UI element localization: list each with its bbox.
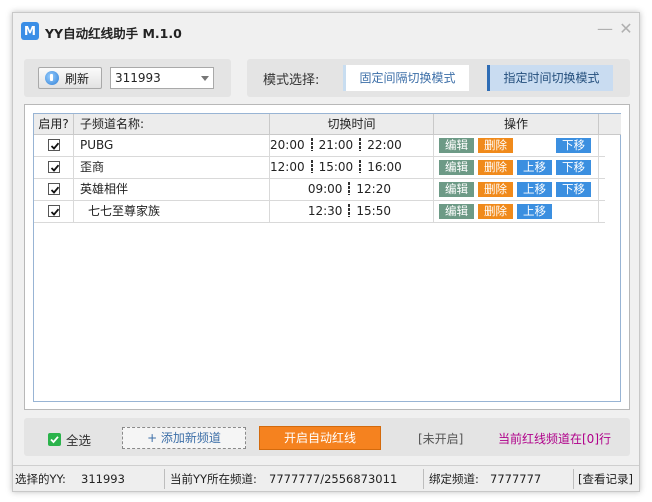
status-bound-channel-label: 绑定频道: [429, 472, 479, 486]
channel-name-cell: PUBG [74, 135, 270, 156]
time-value: 15:00 [318, 160, 354, 174]
edit-button[interactable]: 编辑 [439, 138, 474, 153]
time-value: 15:50 [356, 204, 391, 218]
channel-name-cell: 七七至尊家族 [74, 201, 270, 222]
move-down-button[interactable]: 下移 [556, 182, 591, 197]
select-all-label: 全选 [66, 433, 92, 448]
enabled-cell [34, 157, 74, 178]
edit-button[interactable]: 编辑 [439, 160, 474, 175]
status-current-channel-value: 7777777/2556873011 [269, 472, 398, 486]
time-value: 09:00 [307, 182, 343, 196]
time-value: 12:00 [270, 160, 305, 174]
status-bar: 选择的YY: 311993 当前YY所在频道: 7777777/25568730… [13, 465, 639, 491]
view-log-link[interactable]: [查看记录] [578, 471, 633, 487]
start-auto-redline-button[interactable]: 开启自动红线 [259, 426, 381, 450]
channel-table-frame: 启用? 子频道名称: 切换时间 操作 PUBG 20:00 21:00 22:00 编辑… [24, 104, 630, 410]
status-bound-channel-value: 7777777 [490, 472, 542, 486]
enabled-cell [34, 179, 74, 200]
time-value: 12:30 [307, 204, 343, 218]
move-up-button[interactable]: 上移 [517, 204, 552, 219]
time-separator [310, 138, 313, 151]
time-value: 21:00 [318, 138, 354, 152]
status-divider [423, 469, 424, 489]
time-value: 12:20 [356, 182, 391, 196]
close-icon[interactable]: ✕ [616, 19, 636, 39]
channel-name-cell: 英雄相伴 [74, 179, 270, 200]
scrollbar-header [605, 114, 621, 135]
move-up-button[interactable]: 上移 [517, 182, 552, 197]
move-down-button[interactable]: 下移 [556, 160, 591, 175]
mode-label: 模式选择: [263, 73, 320, 88]
switch-time-cell: 12:00 15:00 16:00 [270, 157, 434, 178]
status-selected-yy-label: 选择的YY: [15, 472, 66, 486]
header-enabled: 启用? [34, 114, 74, 135]
window-title: YY自动红线助手 M.1.0 [45, 26, 182, 41]
current-redline-row-text: 当前红线频道在[0]行 [498, 432, 611, 446]
yy-id-value: 311993 [115, 71, 161, 85]
refresh-label: 刷新 [65, 71, 90, 86]
action-panel: 全选 + 添加新频道 开启自动红线 [未开启] 当前红线频道在[0]行 [24, 418, 630, 456]
checkmark-icon [48, 433, 61, 446]
header-actions: 操作 [434, 114, 599, 135]
switch-time-cell: 20:00 21:00 22:00 [270, 135, 434, 156]
add-channel-button[interactable]: + 添加新频道 [122, 427, 246, 449]
switch-time-cell: 12:30 15:50 [270, 201, 434, 222]
delete-button[interactable]: 删除 [478, 204, 513, 219]
mode-panel: 模式选择: 固定间隔切换模式 指定时间切换模式 [247, 59, 630, 97]
move-up-button[interactable]: 上移 [517, 160, 552, 175]
delete-button[interactable]: 删除 [478, 160, 513, 175]
row-enabled-checkbox[interactable] [48, 183, 60, 195]
time-value: 22:00 [367, 138, 402, 152]
select-all-checkbox[interactable]: 全选 [48, 430, 91, 449]
yy-select-panel: 刷新 311993 [24, 59, 231, 97]
mode-scheduled-time-button[interactable]: 指定时间切换模式 [487, 65, 613, 91]
status-divider [164, 469, 165, 489]
table-row: 歪商 12:00 15:00 16:00 编辑 删除 上移 下移 [34, 157, 605, 179]
dropdown-arrow-icon [201, 76, 209, 81]
time-separator [310, 160, 313, 173]
mode-fixed-interval-button[interactable]: 固定间隔切换模式 [343, 65, 469, 91]
delete-button[interactable]: 删除 [478, 182, 513, 197]
checkmark-icon [50, 186, 60, 194]
row-enabled-checkbox[interactable] [48, 161, 60, 173]
enabled-cell [34, 201, 74, 222]
status-current-channel-label: 当前YY所在频道: [170, 472, 257, 486]
checkmark-icon [50, 142, 60, 150]
app-window: M YY自动红线助手 M.1.0 — ✕ 刷新 311993 模式选择: 固定间… [12, 12, 640, 492]
channel-name-cell: 歪商 [74, 157, 270, 178]
delete-button[interactable]: 删除 [478, 138, 513, 153]
move-down-button[interactable]: 下移 [556, 138, 591, 153]
minimize-icon[interactable]: — [595, 19, 615, 39]
status-divider [573, 469, 574, 489]
refresh-icon [45, 71, 59, 85]
table-row: 英雄相伴 09:00 12:20 编辑 删除 上移 下移 [34, 179, 605, 201]
checkmark-icon [50, 208, 60, 216]
edit-button[interactable]: 编辑 [439, 204, 474, 219]
checkmark-icon [50, 164, 60, 172]
time-value: 20:00 [270, 138, 305, 152]
switch-time-cell: 09:00 12:20 [270, 179, 434, 200]
table-row: 七七至尊家族 12:30 15:50 编辑 删除 上移 [34, 201, 605, 223]
run-state-text: [未开启] [418, 432, 464, 446]
enabled-cell [34, 135, 74, 156]
channel-table: 启用? 子频道名称: 切换时间 操作 PUBG 20:00 21:00 22:00 编辑… [33, 113, 621, 402]
time-separator [348, 204, 351, 217]
table-row: PUBG 20:00 21:00 22:00 编辑 删除 下移 [34, 135, 605, 157]
time-value: 16:00 [367, 160, 402, 174]
time-separator [359, 160, 362, 173]
header-switch-time: 切换时间 [270, 114, 434, 135]
time-separator [348, 182, 351, 195]
refresh-button[interactable]: 刷新 [38, 67, 102, 89]
edit-button[interactable]: 编辑 [439, 182, 474, 197]
header-channel-name: 子频道名称: [74, 114, 270, 135]
status-selected-yy-value: 311993 [81, 472, 125, 486]
time-separator [359, 138, 362, 151]
yy-id-select[interactable]: 311993 [110, 67, 214, 89]
row-enabled-checkbox[interactable] [48, 205, 60, 217]
app-logo-icon: M [21, 22, 39, 40]
row-enabled-checkbox[interactable] [48, 139, 60, 151]
title-bar: M YY自动红线助手 M.1.0 — ✕ [13, 13, 639, 49]
